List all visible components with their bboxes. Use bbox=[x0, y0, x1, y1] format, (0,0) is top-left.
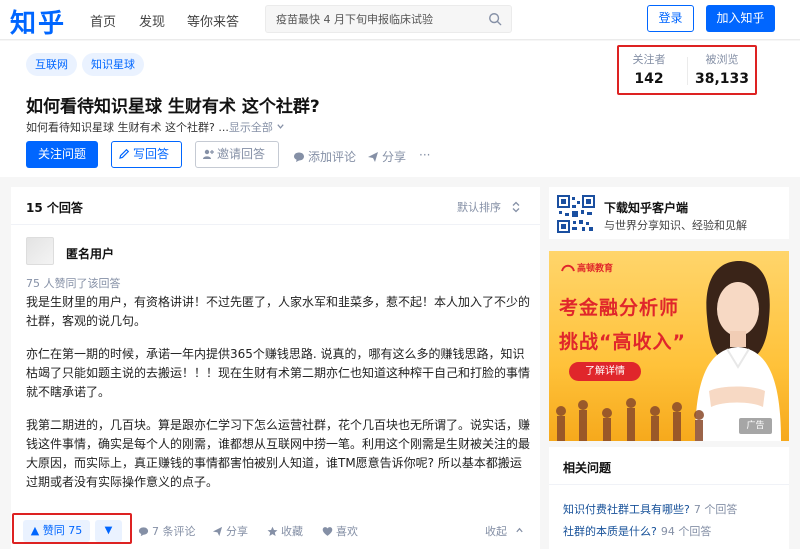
likes-note: 75 人赞同了该回答 bbox=[26, 277, 121, 290]
sort-chevron-icon bbox=[512, 201, 519, 213]
answer-paragraph: 我是生财里的用户，有资格讲讲！不过先匿了，人家水军和韭菜多，惹不起！本人加入了不… bbox=[26, 295, 531, 328]
chevron-down-icon[interactable] bbox=[276, 122, 285, 131]
views-count: 38,133 bbox=[694, 71, 750, 87]
like-label: 喜欢 bbox=[336, 525, 358, 538]
answer-paragraph: 亦仁在第一期的时候，承诺一年内提供365个赚钱思路. 说真的，哪有这么多的赚钱思… bbox=[26, 347, 531, 399]
show-all-link[interactable]: 显示全部 bbox=[229, 121, 273, 134]
followers-label: 关注者 bbox=[632, 53, 666, 66]
download-app-title: 下载知乎客户端 bbox=[604, 201, 689, 215]
related-question-count: 94 个回答 bbox=[660, 525, 712, 538]
search-icon[interactable] bbox=[488, 12, 502, 26]
question-description: 如何看待知识星球 生财有术 这个社群? ...显示全部 bbox=[26, 119, 285, 135]
topic-tag-internet[interactable]: 互联网 bbox=[26, 53, 77, 76]
avatar[interactable] bbox=[26, 237, 54, 265]
related-questions-title: 相关问题 bbox=[563, 461, 612, 475]
related-questions-card: 相关问题 知识付费社群工具有哪些? 7 个回答 社群的本质是什么? 94 个回答 bbox=[549, 447, 789, 549]
like-action[interactable]: 喜欢 bbox=[322, 523, 358, 539]
related-question-count: 7 个回答 bbox=[693, 503, 738, 516]
more-actions-button[interactable]: ··· bbox=[419, 148, 430, 162]
advertisement-banner[interactable]: 高顿教育 考金融分析师 挑战“高收入” 了解详情 广告 bbox=[549, 251, 789, 441]
views-stat: 被浏览 38,133 bbox=[692, 51, 752, 87]
write-answer-label: 写回答 bbox=[133, 147, 170, 161]
topic-tag-knowledge-planet[interactable]: 知识星球 bbox=[82, 53, 144, 76]
list-item: 知识付费社群工具有哪些? 7 个回答 bbox=[563, 501, 737, 517]
ad-learn-more-button[interactable]: 了解详情 bbox=[569, 362, 641, 381]
invite-answer-label: 邀请回答 bbox=[217, 147, 266, 161]
add-user-icon bbox=[203, 149, 214, 159]
stats-divider bbox=[687, 57, 688, 85]
share-icon bbox=[212, 526, 223, 537]
followers-count: 142 bbox=[634, 71, 664, 87]
question-title: 如何看待知识星球 生财有术 这个社群? bbox=[26, 97, 320, 117]
search-box bbox=[265, 5, 512, 33]
answer-paragraph: 我第二期进的，几百块。算是跟亦仁学习下怎么运营社群，花个几百块也无所谓了。说实话… bbox=[26, 418, 531, 489]
question-description-text: 如何看待知识星球 生财有术 这个社群? ... bbox=[26, 121, 229, 134]
share-answer-action[interactable]: 分享 bbox=[212, 523, 248, 539]
answer-action-bar: ▲ 赞同 75 ▼ 7 条评论 分享 收藏 喜欢 收起 bbox=[11, 510, 540, 549]
add-comment-action[interactable]: 添加评论 bbox=[293, 148, 356, 165]
comment-icon bbox=[138, 527, 149, 537]
downvote-button[interactable]: ▼ bbox=[95, 520, 122, 542]
list-item: 社群的本质是什么? 94 个回答 bbox=[563, 523, 711, 539]
vote-highlight: ▲ 赞同 75 ▼ bbox=[12, 513, 132, 544]
comments-label: 7 条评论 bbox=[152, 525, 196, 538]
write-answer-button[interactable]: 写回答 bbox=[111, 141, 182, 168]
author-name[interactable]: 匿名用户 bbox=[66, 245, 114, 262]
login-button[interactable]: 登录 bbox=[647, 5, 694, 32]
download-app-subtitle: 与世界分享知识、经验和见解 bbox=[604, 219, 747, 232]
add-comment-label: 添加评论 bbox=[308, 150, 357, 164]
share-question-action[interactable]: 分享 bbox=[367, 148, 406, 165]
upvote-button[interactable]: ▲ 赞同 75 bbox=[23, 520, 90, 542]
comments-action[interactable]: 7 条评论 bbox=[138, 523, 196, 539]
join-button[interactable]: 加入知乎 bbox=[706, 5, 775, 32]
related-question-link[interactable]: 知识付费社群工具有哪些? bbox=[563, 503, 690, 516]
pencil-icon bbox=[119, 148, 130, 159]
question-stats-highlight: 关注者 142 被浏览 38,133 bbox=[617, 45, 757, 95]
nav-link-home[interactable]: 首页 bbox=[90, 11, 116, 30]
ad-brand-logo: 高顿教育 bbox=[561, 261, 613, 274]
related-question-link[interactable]: 社群的本质是什么? bbox=[563, 525, 657, 538]
nav-link-discover[interactable]: 发现 bbox=[139, 11, 165, 30]
search-input[interactable] bbox=[266, 6, 476, 32]
star-icon bbox=[267, 526, 278, 536]
ad-headline: 考金融分析师 bbox=[559, 297, 680, 319]
top-navigation-bar: 知乎 首页 发现 等你来答 登录 加入知乎 bbox=[0, 0, 800, 40]
ad-subheadline: 挑战“高收入” bbox=[559, 331, 686, 353]
answer-list-card: 15 个回答 默认排序 匿名用户 75 人赞同了该回答 我是生财里的用户，有资格… bbox=[11, 187, 540, 549]
nav-link-waiting-answers[interactable]: 等你来答 bbox=[187, 11, 239, 30]
answer-list-header: 15 个回答 默认排序 bbox=[11, 187, 540, 225]
zhihu-logo[interactable]: 知乎 bbox=[10, 3, 66, 40]
collapse-label: 收起 bbox=[485, 525, 507, 538]
heart-icon bbox=[322, 527, 333, 536]
share-question-label: 分享 bbox=[382, 150, 407, 164]
views-label: 被浏览 bbox=[705, 53, 739, 66]
qr-code-icon bbox=[557, 195, 595, 233]
related-divider bbox=[549, 484, 789, 485]
ad-badge: 广告 bbox=[739, 418, 772, 434]
comment-icon bbox=[294, 152, 304, 162]
ad-logo-icon bbox=[561, 264, 575, 272]
sort-dropdown[interactable]: 默认排序 bbox=[457, 199, 521, 215]
chevron-up-icon bbox=[515, 527, 523, 533]
ad-brand-name: 高顿教育 bbox=[577, 264, 614, 274]
sort-label: 默认排序 bbox=[457, 201, 501, 214]
share-icon bbox=[368, 152, 378, 162]
collapse-action[interactable]: 收起 bbox=[485, 523, 527, 539]
invite-answer-button[interactable]: 邀请回答 bbox=[195, 141, 279, 168]
question-header: 互联网 知识星球 如何看待知识星球 生财有术 这个社群? 如何看待知识星球 生财… bbox=[0, 41, 800, 177]
share-answer-label: 分享 bbox=[226, 525, 248, 538]
follow-question-button[interactable]: 关注问题 bbox=[26, 141, 98, 168]
ad-crowd-illustration bbox=[556, 398, 704, 441]
favorite-action[interactable]: 收藏 bbox=[267, 523, 303, 539]
download-app-card[interactable]: 下载知乎客户端 与世界分享知识、经验和见解 bbox=[549, 187, 789, 239]
followers-stat[interactable]: 关注者 142 bbox=[619, 51, 679, 87]
answer-count: 15 个回答 bbox=[26, 201, 83, 215]
favorite-label: 收藏 bbox=[281, 525, 303, 538]
